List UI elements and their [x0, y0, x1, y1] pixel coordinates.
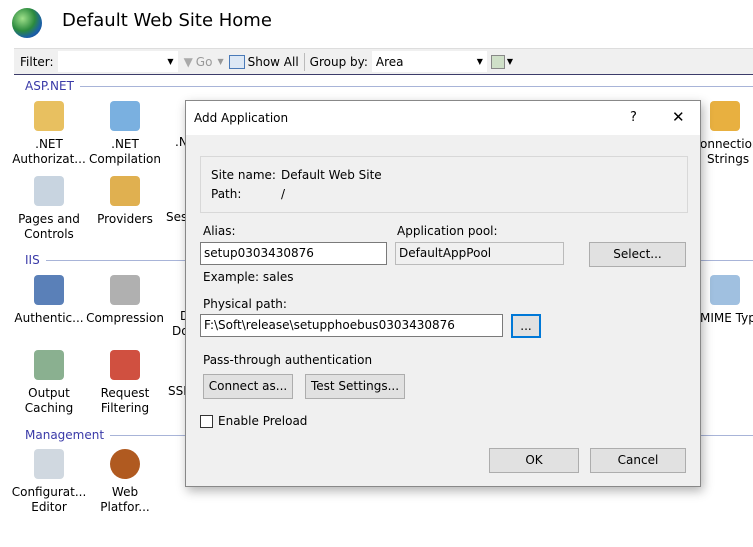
alias-example: Example: sales: [203, 270, 294, 284]
lock-icon: [34, 101, 64, 131]
feature-label: Platfor...: [100, 500, 150, 514]
close-icon[interactable]: ✕: [672, 108, 685, 126]
feature-label: .NET: [111, 137, 139, 151]
view-dropdown-icon[interactable]: ▼: [507, 57, 513, 66]
go-dropdown-icon[interactable]: ▼: [217, 57, 223, 66]
filter-input[interactable]: ▼: [57, 51, 178, 72]
compression-icon: [110, 275, 140, 305]
select-button[interactable]: Select...: [589, 242, 686, 267]
filter-icon: ▼: [183, 54, 193, 69]
feature-label: MIME Types: [700, 311, 753, 325]
path-label: Path:: [211, 187, 242, 201]
feature-label: Request: [100, 386, 150, 400]
toolbar: Filter: ▼ ▼ Go ▼ Show All Group by: Area…: [14, 48, 753, 75]
feature-compression[interactable]: Compression: [86, 275, 164, 326]
feature-label: Filtering: [100, 401, 150, 415]
feature-connection-strings[interactable]: onnectionStrings: [700, 101, 753, 167]
add-application-dialog: Add Application ? ✕ Site name: Default W…: [185, 100, 701, 487]
feature-label: Compression: [86, 311, 164, 325]
editor-icon: [34, 449, 64, 479]
dialog-titlebar: Add Application ? ✕: [186, 101, 700, 135]
feature-label: Compilation: [88, 152, 162, 166]
feature-label: Pages and: [18, 212, 80, 226]
mime-icon: [710, 275, 740, 305]
feature-output-caching[interactable]: Output Caching: [10, 350, 88, 416]
path-value: /: [281, 187, 286, 201]
globe-icon: [12, 8, 42, 38]
feature-authentication[interactable]: Authentic...: [10, 275, 88, 326]
app-pool-field: DefaultAppPool: [395, 242, 564, 265]
filter-icon: [110, 350, 140, 380]
pages-icon: [34, 176, 64, 206]
feature-label: Editor: [31, 500, 67, 514]
feature-label: Controls: [24, 227, 74, 241]
feature-web-platform[interactable]: Web Platfor...: [86, 449, 164, 515]
physical-path-input[interactable]: F:\Soft\release\setupphoebus0303430876: [200, 314, 503, 337]
view-icon[interactable]: [490, 54, 505, 69]
web-platform-icon: [110, 449, 140, 479]
feature-mime-types[interactable]: MIME Types: [700, 275, 753, 326]
feature-label: Authorizat...: [12, 152, 86, 166]
feature-providers[interactable]: Providers: [86, 176, 164, 227]
providers-icon: [110, 176, 140, 206]
go-button[interactable]: Go: [196, 55, 213, 69]
chevron-down-icon[interactable]: ▼: [167, 57, 177, 66]
cancel-button[interactable]: Cancel: [590, 448, 686, 473]
feature-net-compilation[interactable]: .NET Compilation: [86, 101, 164, 167]
group-by-label: Group by:: [309, 54, 368, 69]
database-icon: [710, 101, 740, 131]
feature-label: .NET: [35, 137, 63, 151]
feature-net-authorization[interactable]: .NET Authorizat...: [10, 101, 88, 167]
feature-label: Providers: [97, 212, 153, 226]
feature-label: Web: [111, 485, 139, 499]
feature-label: Strings: [707, 152, 750, 166]
feature-configuration-editor[interactable]: Configurat... Editor: [10, 449, 88, 515]
compile-icon: [110, 101, 140, 131]
feature-label: Configurat...: [11, 485, 87, 499]
page-title: Default Web Site Home: [62, 10, 272, 31]
feature-label: Output: [28, 386, 70, 400]
alias-input[interactable]: setup0303430876: [200, 242, 387, 265]
show-all-icon: [228, 54, 245, 69]
physical-path-label: Physical path:: [203, 297, 287, 311]
ok-button[interactable]: OK: [489, 448, 579, 473]
cache-icon: [34, 350, 64, 380]
feature-label: Caching: [24, 401, 74, 415]
pass-through-label: Pass-through authentication: [203, 353, 373, 367]
app-pool-label: Application pool:: [397, 224, 498, 238]
group-by-select[interactable]: Area ▼: [371, 51, 487, 72]
separator: [303, 52, 305, 71]
site-name-label: Site name:: [211, 168, 276, 182]
feature-request-filtering[interactable]: Request Filtering: [86, 350, 164, 416]
test-settings-button[interactable]: Test Settings...: [305, 374, 405, 399]
alias-label: Alias:: [203, 224, 236, 238]
help-button[interactable]: ?: [630, 110, 637, 125]
section-aspnet: ASP.NET: [25, 79, 753, 93]
dialog-title: Add Application: [194, 111, 289, 125]
site-name-value: Default Web Site: [281, 168, 382, 182]
chevron-down-icon: ▼: [476, 57, 483, 66]
site-info-box: Site name: Default Web Site Path: /: [200, 156, 688, 213]
filter-label: Filter:: [20, 54, 54, 69]
feature-label: onnection: [700, 137, 753, 151]
user-lock-icon: [34, 275, 64, 305]
browse-button[interactable]: ...: [511, 314, 541, 338]
enable-preload-checkbox[interactable]: [200, 415, 213, 428]
feature-label: Authentic...: [14, 311, 84, 325]
enable-preload-label[interactable]: Enable Preload: [218, 414, 307, 428]
connect-as-button[interactable]: Connect as...: [203, 374, 293, 399]
show-all-button[interactable]: Show All: [248, 55, 299, 69]
feature-pages-controls[interactable]: Pages and Controls: [10, 176, 88, 242]
